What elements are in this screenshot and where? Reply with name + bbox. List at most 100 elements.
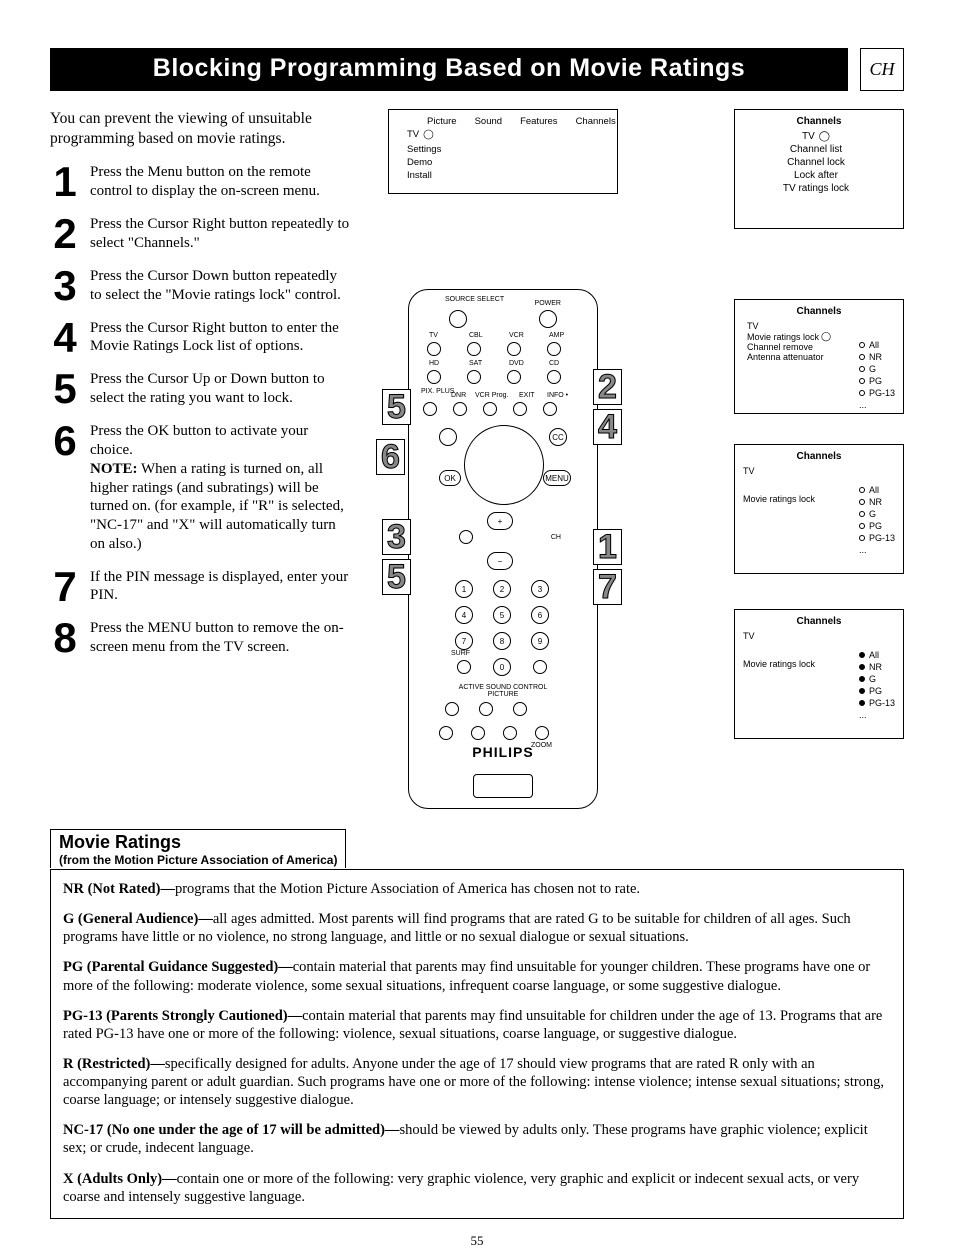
remote-screen [473, 774, 533, 798]
dot-button [533, 660, 547, 674]
rating-nc17: NC-17 (No one under the age of 17 will b… [63, 1121, 891, 1157]
pip-button [471, 726, 485, 740]
num-4-button: 4 [455, 606, 473, 624]
power-label: POWER [535, 300, 561, 307]
remote-diagram: SOURCE SELECT POWER TV CBL VCR AMP HD SA… [408, 289, 598, 809]
cursor-icon: ◯ [819, 131, 830, 142]
diagram-column: Picture Sound Features Channels TV ◯ Set… [368, 109, 904, 809]
sound-button [445, 702, 459, 716]
vcrprog-button [483, 402, 497, 416]
callout-5a: 5 [382, 389, 411, 425]
exit-label: EXIT [519, 392, 535, 399]
step-number: 8 [50, 619, 80, 657]
ratings-box: NR (Not Rated)—programs that the Motion … [50, 869, 904, 1219]
ok-button: OK [439, 470, 461, 486]
rating-option: G [869, 509, 876, 519]
step-number: 6 [50, 422, 80, 553]
power-button [539, 310, 557, 328]
rating-name: R (Restricted)— [63, 1056, 165, 1072]
step-text-main: Press the OK button to activate your cho… [90, 423, 308, 458]
rating-pg13: PG-13 (Parents Strongly Cautioned)—conta… [63, 1007, 891, 1043]
menu-tab: Picture [427, 116, 457, 127]
panel-header: Channels [743, 306, 895, 317]
step-text: Press the Cursor Right button to enter t… [90, 319, 350, 357]
num-8-button: 8 [493, 632, 511, 650]
rating-desc: specifically designed for adults. Anyone… [63, 1056, 884, 1108]
menu-diagram-channels-4: Channels TV Movie ratings lock All NR G … [734, 609, 904, 739]
zoom-button [535, 726, 549, 740]
menu-item: Settings [407, 144, 609, 155]
cursor-icon: ◯ [423, 129, 434, 140]
page-title: Blocking Programming Based on Movie Rati… [50, 48, 848, 91]
num-9-button: 9 [531, 632, 549, 650]
rating-name: PG (Parental Guidance Suggested)— [63, 959, 293, 975]
rating-name: G (General Audience)— [63, 911, 213, 927]
picture-button [513, 702, 527, 716]
brand-label: PHILIPS [409, 744, 597, 760]
menu-tab: Features [520, 116, 558, 127]
step-number: 2 [50, 215, 80, 253]
cc-button: CC [549, 428, 567, 446]
source-select-label: SOURCE SELECT [445, 296, 504, 303]
tv-label: TV [802, 131, 815, 142]
rating-option: NR [869, 662, 882, 672]
sat-button [467, 370, 481, 384]
vol-up-button: + [487, 512, 513, 530]
mute-button [439, 428, 457, 446]
pixplus-button [423, 402, 437, 416]
dvd-label: DVD [509, 360, 524, 367]
step-text: Press the Menu button on the remote cont… [90, 163, 350, 201]
menu-item: Install [407, 170, 609, 181]
dnr-label: DNR [451, 392, 466, 399]
mute-icon-button [459, 530, 473, 544]
intro-text: You can prevent the viewing of unsuitabl… [50, 109, 350, 149]
menu-tab: Channels [576, 116, 616, 127]
menu-diagram-channels-2: Channels TV Movie ratings lock ◯ Channel… [734, 299, 904, 414]
rating-option: PG-13 [869, 533, 895, 543]
num-1-button: 1 [455, 580, 473, 598]
corner-label: CH [860, 48, 904, 91]
sat-label: SAT [469, 360, 482, 367]
num-6-button: 6 [531, 606, 549, 624]
cd-label: CD [549, 360, 559, 367]
vol-down-button: − [487, 552, 513, 570]
vcr-button [507, 342, 521, 356]
page-number: 55 [50, 1233, 904, 1249]
menu-item: Movie ratings lock [747, 332, 819, 342]
title-bar: Blocking Programming Based on Movie Rati… [50, 48, 904, 91]
rating-name: PG-13 (Parents Strongly Cautioned)— [63, 1008, 302, 1024]
rating-option: All [869, 650, 879, 660]
tv-label: TV [743, 631, 755, 641]
amp-label: AMP [549, 332, 564, 339]
menu-tab: Sound [475, 116, 502, 127]
rating-option: NR [869, 497, 882, 507]
note-label: NOTE: [90, 461, 138, 477]
rating-option: PG [869, 521, 882, 531]
menu-diagram-channels-3: Channels TV Movie ratings lock All NR G … [734, 444, 904, 574]
tv-button [427, 342, 441, 356]
menu-diagram-channels-1: Channels TV◯ Channel list Channel lock L… [734, 109, 904, 229]
panel-header: Channels [743, 116, 895, 127]
dnr-button [453, 402, 467, 416]
rating-pg: PG (Parental Guidance Suggested)—contain… [63, 958, 891, 994]
num-0-button: 0 [493, 658, 511, 676]
menu-item: Lock after [743, 170, 895, 181]
step-number: 7 [50, 568, 80, 606]
tv-label: TV [743, 466, 755, 476]
ratings-section: Movie Ratings (from the Motion Picture A… [50, 829, 904, 1219]
ellipsis: ... [859, 400, 867, 410]
step-text: Press the MENU button to remove the on-s… [90, 619, 350, 657]
amp-button [547, 342, 561, 356]
step-6: 6 Press the OK button to activate your c… [50, 422, 350, 553]
cd-button [547, 370, 561, 384]
rating-r: R (Restricted)—specifically designed for… [63, 1055, 891, 1109]
menu-item: Demo [407, 157, 609, 168]
tv-label: TV [407, 129, 419, 140]
step-text: If the PIN message is displayed, enter y… [90, 568, 350, 606]
callout-1: 1 [593, 529, 622, 565]
rating-option: PG-13 [869, 388, 895, 398]
callout-5b: 5 [382, 559, 411, 595]
cursor-dpad [464, 425, 544, 505]
rating-desc: contain one or more of the following: ve… [63, 1171, 859, 1205]
tv-label: TV [747, 321, 759, 331]
